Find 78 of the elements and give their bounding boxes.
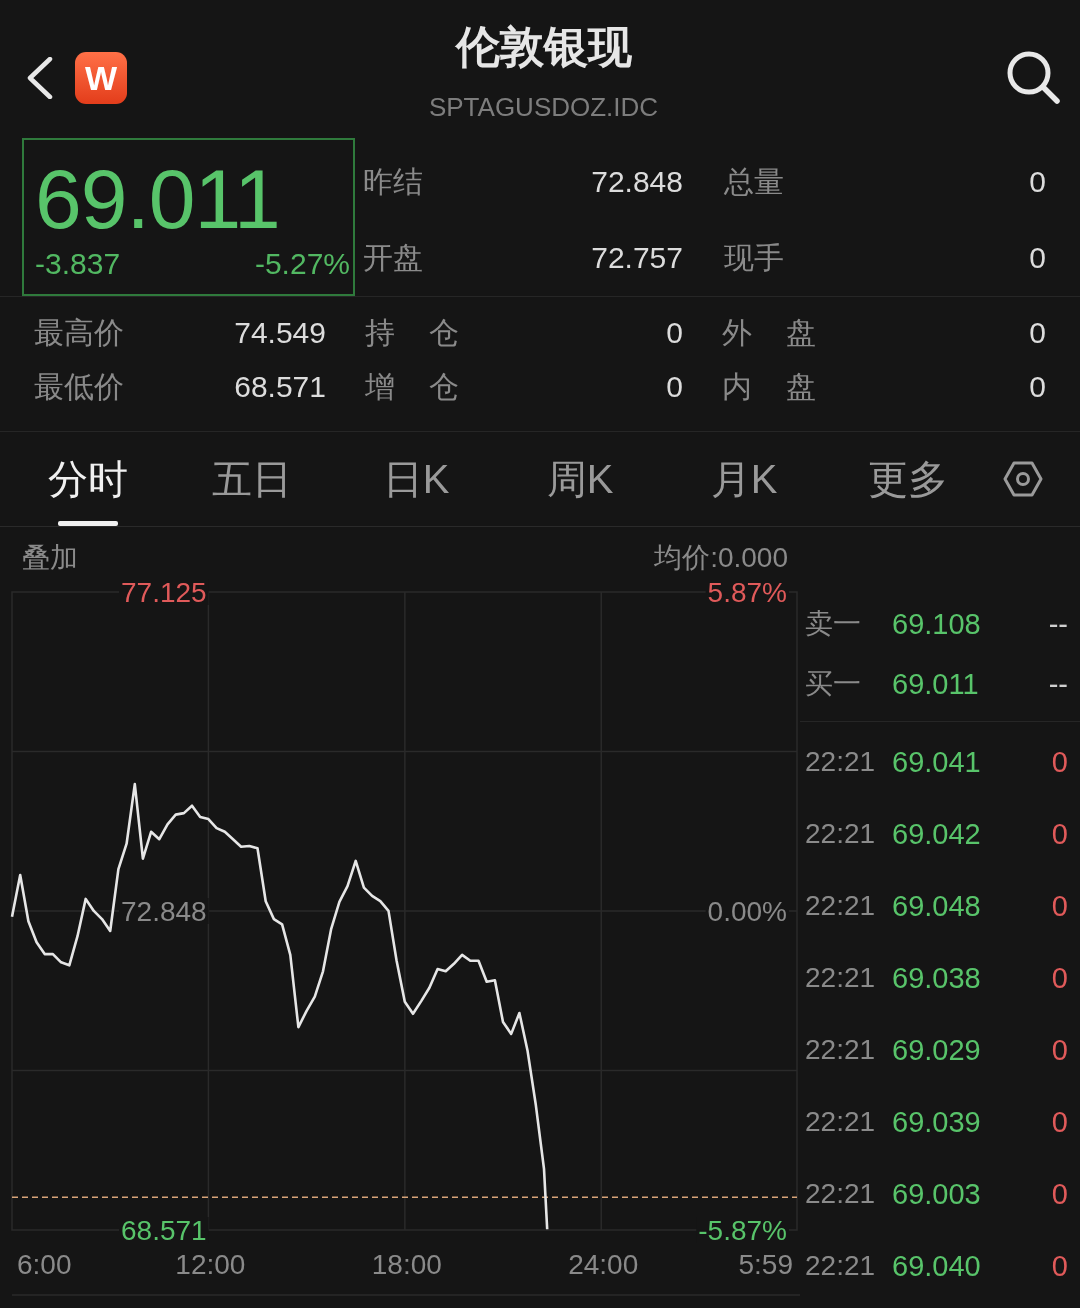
percent-axis-label: 5.87% [707, 577, 787, 609]
order-volume: -- [1048, 667, 1068, 701]
stat-value: 0 [1029, 165, 1046, 199]
trade-time: 22:21 [805, 818, 877, 850]
trade-time: 22:21 [805, 746, 877, 778]
trade-price: 69.029 [892, 1033, 982, 1067]
price-axis-label: 72.848 [121, 896, 207, 928]
stat-value: 72.848 [591, 165, 683, 199]
time-axis-label: 12:00 [175, 1249, 246, 1280]
stat-label: 最低价 [34, 368, 124, 405]
stat-value: 74.549 [234, 316, 326, 350]
trade-volume: 0 [1051, 745, 1068, 779]
stat-label: 持 仓 [365, 314, 460, 351]
settings-icon[interactable] [1003, 461, 1043, 497]
stat-value: 0 [666, 316, 683, 350]
stat-value: 0 [1029, 370, 1046, 404]
stat-label: 增 仓 [365, 368, 460, 405]
trade-time: 22:21 [805, 1250, 877, 1282]
stat-label: 内 盘 [722, 368, 817, 405]
overlay-button[interactable]: 叠加 [22, 539, 78, 577]
time-axis-label: 18:00 [371, 1249, 442, 1280]
price-axis-label: 77.125 [121, 577, 207, 609]
chart-tab[interactable]: 更多 [858, 432, 958, 526]
stat-value: 68.571 [234, 370, 326, 404]
trade-volume: 0 [1051, 1105, 1068, 1139]
trade-price: 69.041 [892, 745, 982, 779]
order-level-label: 买一 [805, 667, 862, 701]
order-price: 69.011 [892, 667, 980, 701]
trade-volume: 0 [1051, 1249, 1068, 1283]
last-price: 69.011 [35, 154, 281, 244]
stat-value: 72.757 [591, 241, 683, 275]
trade-volume: 0 [1051, 1033, 1068, 1067]
trade-volume: 0 [1051, 889, 1068, 923]
trade-time: 22:21 [805, 1034, 877, 1066]
trade-price: 69.040 [892, 1249, 982, 1283]
trade-time: 22:21 [805, 890, 877, 922]
page-title: 伦敦银现 [455, 21, 632, 73]
percent-axis-label: -5.87% [698, 1215, 787, 1247]
trade-price: 69.038 [892, 961, 982, 995]
time-axis-label: 24:00 [568, 1249, 639, 1280]
stat-label: 现手 [724, 239, 784, 276]
stat-value: 0 [666, 370, 683, 404]
stat-label: 外 盘 [722, 314, 817, 351]
app-logo: W [75, 52, 127, 104]
trade-price: 69.042 [892, 817, 982, 851]
search-icon[interactable] [1006, 50, 1060, 104]
trade-volume: 0 [1051, 817, 1068, 851]
stat-label: 开盘 [363, 239, 423, 276]
stat-label: 昨结 [363, 163, 423, 200]
stat-value: 0 [1029, 316, 1046, 350]
stat-label: 最高价 [34, 314, 124, 351]
time-axis-label: 5:59 [738, 1249, 793, 1280]
order-volume: -- [1048, 607, 1068, 641]
instrument-code: SPTAGUSDOZ.IDC [428, 92, 659, 122]
average-price: 均价:0.000 [654, 541, 788, 575]
back-icon[interactable] [27, 57, 53, 99]
trade-price: 69.039 [892, 1105, 982, 1139]
order-level-label: 卖一 [805, 607, 862, 641]
chart-tab[interactable]: 日K [372, 432, 460, 526]
chart-tab[interactable]: 五日 [202, 432, 302, 526]
chart-tab[interactable]: 周K [536, 432, 624, 526]
percent-axis-label: 0.00% [707, 896, 787, 928]
price-change: -3.837 [35, 246, 121, 282]
trade-volume: 0 [1051, 1177, 1068, 1211]
trade-time: 22:21 [805, 1178, 877, 1210]
time-axis-label: 6:00 [17, 1249, 72, 1280]
trade-price: 69.048 [892, 889, 982, 923]
trade-volume: 0 [1051, 961, 1068, 995]
price-axis-label: 68.571 [121, 1215, 207, 1247]
trade-time: 22:21 [805, 1106, 877, 1138]
stat-value: 0 [1029, 241, 1046, 275]
trade-time: 22:21 [805, 962, 877, 994]
trade-price: 69.003 [892, 1177, 982, 1211]
chart-tab[interactable]: 分时 [38, 432, 138, 526]
chart-tab[interactable]: 月K [700, 432, 788, 526]
stat-label: 总量 [724, 163, 784, 200]
order-price: 69.108 [892, 607, 982, 641]
percent-change: -5.27% [254, 246, 350, 282]
